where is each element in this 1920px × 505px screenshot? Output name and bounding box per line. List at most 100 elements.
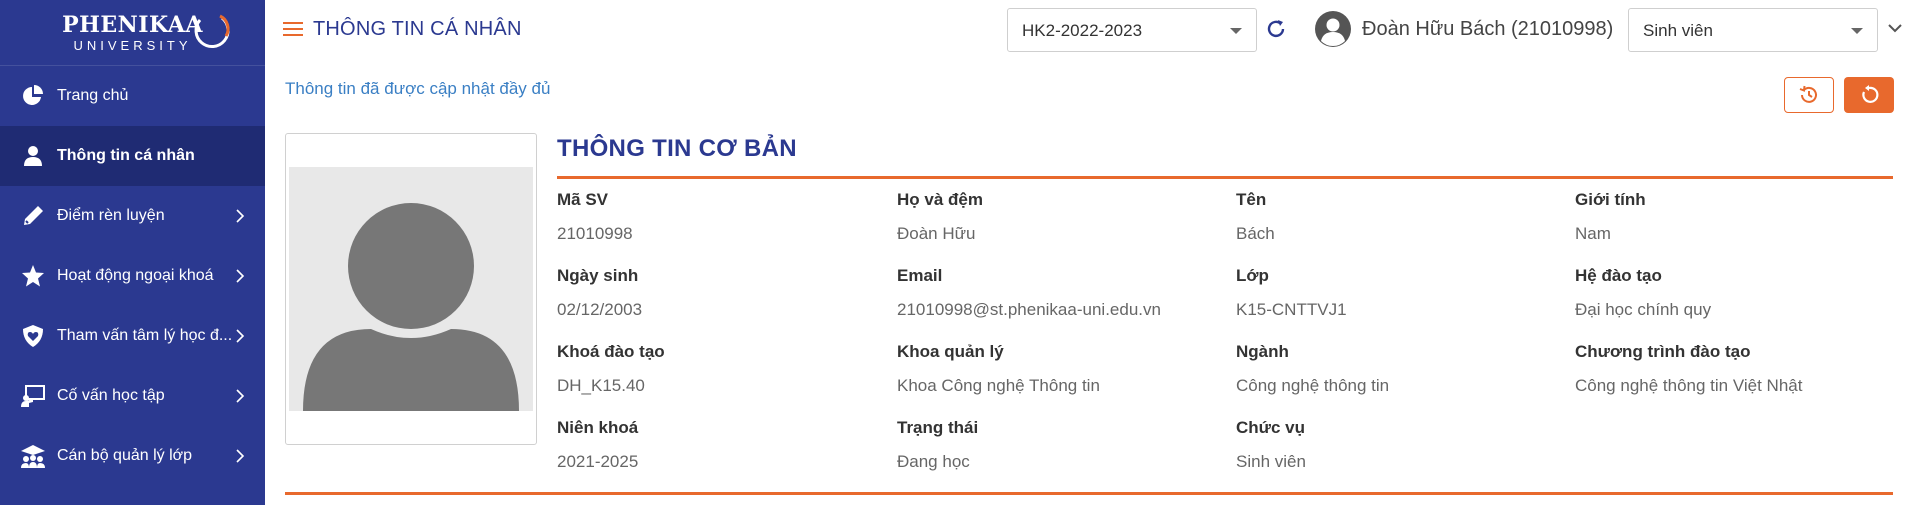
field-value: K15-CNTTVJ1 (1236, 300, 1347, 319)
sidebar-item-home[interactable]: Trang chủ (0, 66, 265, 126)
field-label: Hệ đào tạo (1575, 266, 1662, 285)
sidebar-item-extracurricular[interactable]: Hoạt động ngoại khoá (0, 246, 265, 306)
logo-name: PHENIKAA (62, 11, 203, 38)
field-status: Trạng thái Đang học (897, 418, 1227, 472)
field-value: Bách (1236, 224, 1275, 243)
semester-value: HK2-2022-2023 (1022, 21, 1143, 40)
top-bar: THÔNG TIN CÁ NHÂN HK2-2022-2023 Đoàn Hữu… (265, 0, 1920, 60)
field-label: Chương trình đào tạo (1575, 342, 1751, 361)
field-value: 21010998 (557, 224, 633, 243)
field-label: Ngành (1236, 342, 1289, 361)
profile-photo-card (285, 133, 537, 445)
field-value: 21010998@st.phenikaa-uni.edu.vn (897, 300, 1161, 319)
field-training-system: Hệ đào tạo Đại học chính quy (1575, 266, 1905, 320)
teacher-board-icon (20, 384, 46, 408)
person-silhouette-icon (303, 203, 519, 411)
chevron-right-icon (236, 329, 245, 343)
field-birth-date: Ngày sinh 02/12/2003 (557, 266, 887, 320)
history-button[interactable] (1784, 77, 1834, 113)
role-value: Sinh viên (1643, 21, 1713, 40)
field-value: Khoa Công nghệ Thông tin (897, 376, 1100, 395)
field-value: Đoàn Hữu (897, 224, 976, 243)
update-notice: Thông tin đã được cập nhật đầy đủ (285, 79, 551, 98)
field-email: Email 21010998@st.phenikaa-uni.edu.vn (897, 266, 1227, 320)
caret-down-icon (1851, 28, 1863, 34)
field-cohort: Khoá đào tạo DH_K15.40 (557, 342, 887, 396)
field-value: 02/12/2003 (557, 300, 643, 319)
field-label: Mã SV (557, 190, 609, 209)
section-bottom-divider (285, 492, 1893, 495)
university-logo[interactable]: PHENIKAA UNIVERSITY (0, 0, 265, 66)
page-title: THÔNG TIN CÁ NHÂN (313, 18, 522, 40)
group-icon (20, 444, 46, 468)
sidebar-item-counseling[interactable]: Tham vấn tâm lý học đ... (0, 306, 265, 366)
field-position: Chức vụ Sinh viên (1236, 418, 1566, 472)
star-icon (20, 264, 46, 288)
chevron-right-icon (236, 269, 245, 283)
field-label: Ngày sinh (557, 266, 639, 285)
field-value: Công nghệ thông tin (1236, 376, 1390, 395)
profile-photo-placeholder (289, 167, 533, 411)
sidebar-item-label: Thông tin cá nhân (57, 147, 195, 164)
shield-heart-icon (20, 324, 46, 348)
field-academic-years: Niên khoá 2021-2025 (557, 418, 887, 472)
field-faculty: Khoa quản lý Khoa Công nghệ Thông tin (897, 342, 1227, 396)
chevron-right-icon (236, 449, 245, 463)
sidebar-item-label: Hoạt động ngoại khoá (57, 267, 214, 284)
field-label: Niên khoá (557, 418, 639, 437)
chevron-down-icon[interactable] (1887, 22, 1903, 34)
logo-sub: UNIVERSITY (73, 37, 192, 53)
field-label: Khoa quản lý (897, 342, 1004, 361)
reset-icon (1862, 85, 1879, 103)
sidebar-item-academic-advisor[interactable]: Cố vấn học tập (0, 366, 265, 426)
field-value: Đại học chính quy (1575, 300, 1712, 319)
field-value: DH_K15.40 (557, 376, 645, 395)
pie-chart-icon (20, 84, 46, 108)
main-content: Thông tin đã được cập nhật đầy đủ THÔNG … (265, 60, 1920, 505)
user-avatar-icon[interactable] (1315, 11, 1351, 47)
field-label: Trạng thái (897, 418, 979, 437)
field-program: Chương trình đào tạo Công nghệ thông tin… (1575, 342, 1905, 396)
field-value: Đang học (897, 452, 970, 471)
field-last-middle-name: Họ và đệm Đoàn Hữu (897, 190, 1227, 244)
user-name: Đoàn Hữu Bách (21010998) (1362, 18, 1614, 40)
field-label: Tên (1236, 190, 1267, 209)
sidebar: PHENIKAA UNIVERSITY Trang chủ Thông tin … (0, 0, 265, 505)
field-value: Nam (1575, 224, 1611, 243)
sidebar-item-label: Cán bộ quản lý lớp (57, 447, 193, 464)
field-label: Họ và đệm (897, 190, 983, 209)
refresh-icon[interactable] (1265, 18, 1287, 40)
field-label: Giới tính (1575, 190, 1646, 209)
semester-select[interactable]: HK2-2022-2023 (1007, 8, 1257, 52)
reset-button[interactable] (1844, 77, 1894, 113)
field-label: Chức vụ (1236, 418, 1305, 437)
history-icon (1799, 85, 1817, 103)
sidebar-item-training-points[interactable]: Điểm rèn luyện (0, 186, 265, 246)
sidebar-item-label: Cố vấn học tập (57, 387, 165, 404)
field-gender: Giới tính Nam (1575, 190, 1905, 244)
sidebar-item-label: Điểm rèn luyện (57, 207, 165, 224)
section-title: THÔNG TIN CƠ BẢN (557, 135, 797, 162)
section-divider (557, 176, 1893, 179)
chevron-right-icon (236, 389, 245, 403)
field-label: Email (897, 266, 943, 285)
hamburger-menu-icon[interactable] (283, 20, 303, 38)
field-value: Công nghệ thông tin Việt Nhật (1575, 376, 1803, 395)
pencil-icon (20, 204, 46, 228)
role-select[interactable]: Sinh viên (1628, 8, 1878, 52)
sidebar-item-label: Tham vấn tâm lý học đ... (57, 327, 233, 344)
sidebar-item-label: Trang chủ (57, 87, 129, 104)
field-value: Sinh viên (1236, 452, 1306, 471)
chevron-right-icon (236, 209, 245, 223)
field-label: Khoá đào tạo (557, 342, 665, 361)
field-class: Lớp K15-CNTTVJ1 (1236, 266, 1566, 320)
field-first-name: Tên Bách (1236, 190, 1566, 244)
logo-swoosh-icon (194, 14, 230, 49)
field-major: Ngành Công nghệ thông tin (1236, 342, 1566, 396)
field-value: 2021-2025 (557, 452, 639, 471)
user-icon (20, 144, 46, 168)
sidebar-item-class-managers[interactable]: Cán bộ quản lý lớp (0, 426, 265, 486)
sidebar-item-personal-info[interactable]: Thông tin cá nhân (0, 126, 265, 186)
field-student-id: Mã SV 21010998 (557, 190, 887, 244)
caret-down-icon (1230, 28, 1242, 34)
